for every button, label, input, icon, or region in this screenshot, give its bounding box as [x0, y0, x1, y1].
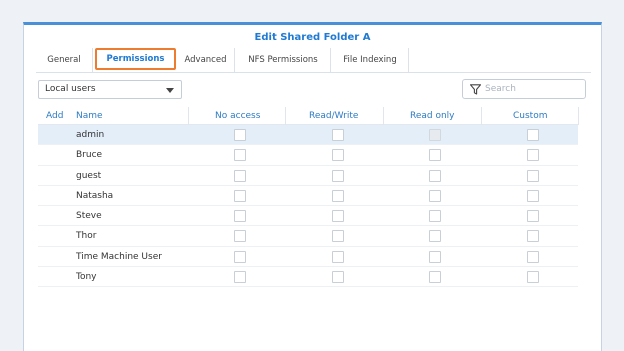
custom-checkbox[interactable] — [527, 250, 539, 263]
user-name: admin — [76, 130, 105, 140]
table-row[interactable]: Steve — [38, 206, 578, 227]
table-row[interactable]: Time Machine User — [38, 247, 578, 268]
tab-file-indexing[interactable]: File Indexing — [332, 48, 409, 72]
read-write-checkbox[interactable] — [332, 230, 344, 243]
no-access-checkbox[interactable] — [234, 149, 246, 162]
read-only-checkbox[interactable] — [429, 210, 441, 223]
read-write-checkbox[interactable] — [332, 149, 344, 162]
user-name: Bruce — [76, 150, 103, 161]
user-name: Thor — [76, 231, 97, 242]
column-add[interactable]: Add — [46, 107, 63, 125]
tab-advanced[interactable]: Advanced — [177, 48, 235, 72]
read-write-checkbox[interactable] — [332, 250, 344, 263]
tab-bar: General Permissions Advanced NFS Permiss… — [36, 48, 591, 73]
read-only-checkbox — [429, 129, 441, 141]
read-write-checkbox[interactable] — [332, 210, 344, 223]
permissions-table: Add Name No access Read/Write Read only … — [38, 107, 579, 288]
user-name: guest — [76, 170, 102, 181]
chevron-down-icon — [166, 88, 174, 93]
no-access-checkbox[interactable] — [234, 189, 246, 202]
custom-checkbox[interactable] — [527, 271, 539, 284]
search-input[interactable]: Search — [462, 79, 586, 99]
read-only-checkbox[interactable] — [429, 230, 441, 243]
table-row[interactable]: Thor — [38, 226, 578, 247]
read-only-checkbox[interactable] — [429, 250, 441, 263]
tab-nfs-permissions[interactable]: NFS Permissions — [236, 48, 331, 72]
table-row[interactable]: Natasha — [38, 186, 578, 207]
read-only-checkbox[interactable] — [429, 189, 441, 202]
column-name[interactable]: Name — [76, 107, 103, 125]
dialog-title: Edit Shared Folder A — [254, 32, 371, 43]
column-read-only[interactable]: Read only — [410, 107, 455, 125]
filter-icon[interactable] — [470, 84, 481, 95]
edit-shared-folder-dialog: Edit Shared Folder A General Permissions… — [23, 22, 602, 351]
read-only-checkbox[interactable] — [429, 271, 441, 284]
no-access-checkbox[interactable] — [234, 169, 246, 182]
read-write-checkbox[interactable] — [332, 271, 344, 284]
column-custom[interactable]: Custom — [513, 107, 547, 125]
column-no-access[interactable]: No access — [215, 107, 260, 125]
table-row[interactable]: Bruce — [38, 145, 578, 166]
no-access-checkbox[interactable] — [234, 271, 246, 284]
user-type-select-value: Local users — [45, 84, 96, 94]
no-access-checkbox[interactable] — [234, 230, 246, 243]
custom-checkbox[interactable] — [527, 230, 539, 243]
user-type-select[interactable]: Local users — [38, 80, 182, 99]
user-name: Time Machine User — [76, 251, 162, 262]
no-access-checkbox[interactable] — [234, 129, 246, 141]
user-name: Tony — [76, 272, 97, 283]
tab-general[interactable]: General — [36, 48, 93, 72]
custom-checkbox[interactable] — [527, 169, 539, 182]
tab-permissions[interactable]: Permissions — [95, 48, 176, 70]
custom-checkbox[interactable] — [527, 189, 539, 202]
read-only-checkbox[interactable] — [429, 169, 441, 182]
custom-checkbox[interactable] — [527, 210, 539, 223]
read-only-checkbox[interactable] — [429, 149, 441, 162]
table-row[interactable]: admin — [38, 125, 578, 146]
read-write-checkbox[interactable] — [332, 189, 344, 202]
read-write-checkbox[interactable] — [332, 129, 344, 141]
user-name: Steve — [76, 211, 102, 222]
table-row[interactable]: Tony — [38, 267, 578, 288]
read-write-checkbox[interactable] — [332, 169, 344, 182]
no-access-checkbox[interactable] — [234, 250, 246, 263]
custom-checkbox[interactable] — [527, 129, 539, 141]
table-header: Add Name No access Read/Write Read only … — [38, 107, 579, 125]
column-read-write[interactable]: Read/Write — [309, 107, 358, 125]
custom-checkbox[interactable] — [527, 149, 539, 162]
table-row[interactable]: guest — [38, 166, 578, 186]
no-access-checkbox[interactable] — [234, 210, 246, 223]
search-placeholder: Search — [485, 84, 516, 94]
user-name: Natasha — [76, 190, 114, 201]
